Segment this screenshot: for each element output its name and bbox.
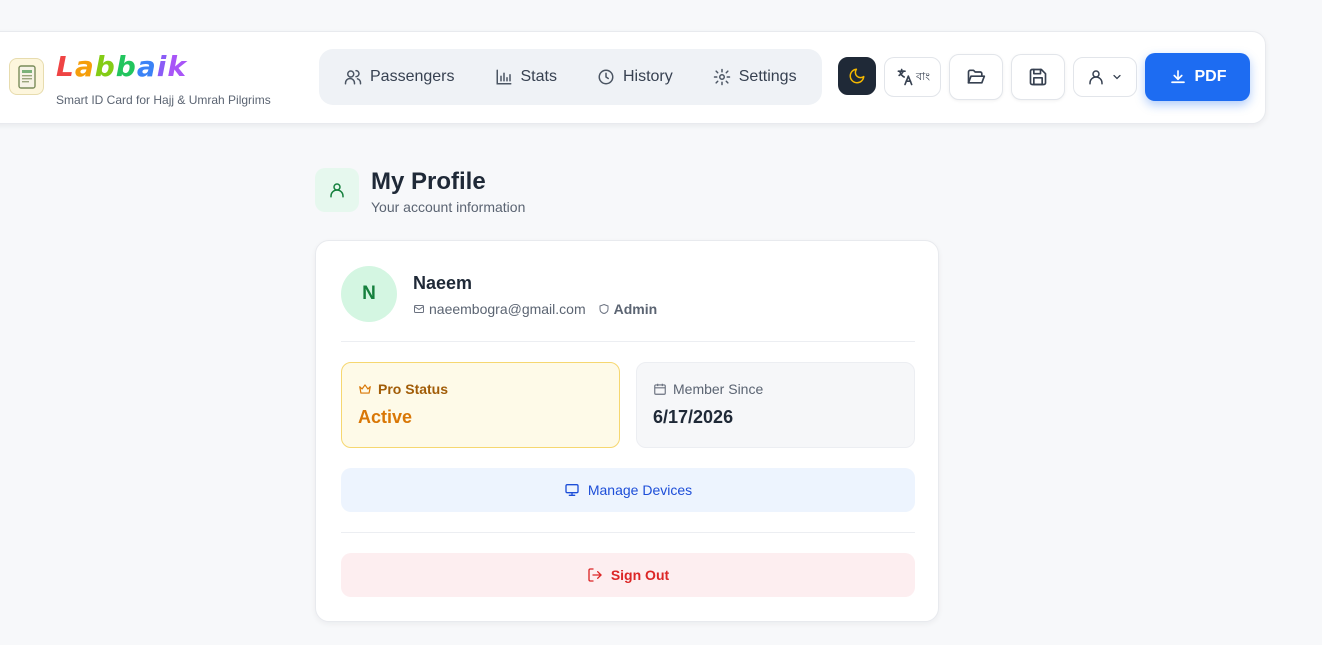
app-logo-icon[interactable]	[9, 58, 44, 95]
divider	[341, 341, 915, 342]
user-name: Naeem	[413, 273, 473, 293]
profile-card: N Naeem naeembogra@gmail.com Admin Pro S…	[315, 240, 939, 622]
brand-letter: a	[74, 50, 95, 83]
member-since-label: Member Since	[673, 381, 764, 397]
brand-letter: k	[167, 50, 187, 83]
nav-item-settings[interactable]: Settings	[713, 68, 797, 86]
user-role: Admin	[613, 301, 658, 317]
nav-label: History	[622, 68, 673, 85]
calendar-icon	[654, 383, 666, 395]
save-icon	[1029, 68, 1047, 86]
divider	[341, 532, 915, 533]
save-button[interactable]	[1011, 54, 1065, 100]
clock-icon	[598, 69, 614, 85]
user-menu-button[interactable]	[1073, 57, 1137, 97]
member-since-box: Member Since 6/17/2026	[636, 362, 915, 448]
member-since-value: 6/17/2026	[653, 407, 734, 427]
brand-letter: a	[136, 50, 157, 83]
language-toggle-button[interactable]: বাং	[884, 57, 941, 97]
profile-header-icon	[315, 168, 359, 212]
brand-letter: L	[56, 50, 75, 83]
nav-label: Passengers	[370, 68, 455, 85]
brand-letter: b	[94, 50, 116, 83]
user-icon	[1089, 70, 1103, 85]
pro-status-value: Active	[358, 407, 413, 427]
download-icon	[1170, 70, 1185, 84]
theme-toggle-button[interactable]	[838, 57, 876, 95]
sign-out-label: Sign Out	[610, 567, 670, 583]
monitor-icon	[565, 484, 579, 496]
pdf-label: PDF	[1194, 68, 1227, 85]
page-subtitle: Your account information	[371, 199, 526, 215]
nav-item-history[interactable]: History	[597, 68, 673, 86]
manage-devices-button[interactable]: Manage Devices	[341, 468, 915, 512]
mail-icon	[414, 305, 424, 313]
language-label: বাং	[915, 70, 931, 83]
open-folder-button[interactable]	[949, 54, 1003, 100]
brand-name[interactable]: Labbaik	[56, 50, 187, 84]
gear-icon	[713, 68, 730, 86]
chevron-down-icon	[1113, 74, 1121, 80]
users-icon	[344, 69, 362, 85]
translate-icon	[897, 68, 913, 86]
shield-icon	[599, 303, 609, 315]
brand-letter: b	[115, 50, 137, 83]
nav-item-passengers[interactable]: Passengers	[344, 68, 455, 86]
user-icon	[330, 183, 344, 198]
folder-open-icon	[967, 69, 986, 84]
moon-icon	[849, 68, 865, 84]
crown-icon	[359, 384, 371, 394]
page-title: My Profile	[371, 168, 486, 195]
download-pdf-button[interactable]: PDF	[1145, 53, 1250, 101]
user-meta: naeembogra@gmail.com Admin	[413, 301, 657, 317]
nav-label: Stats	[520, 68, 557, 85]
logout-icon	[588, 568, 602, 582]
brand-tagline: Smart ID Card for Hajj & Umrah Pilgrims	[56, 93, 271, 107]
sign-out-button[interactable]: Sign Out	[341, 553, 915, 597]
bar-chart-icon	[496, 69, 511, 85]
nav-label: Settings	[738, 68, 797, 85]
pro-status-label: Pro Status	[378, 381, 449, 397]
manage-devices-label: Manage Devices	[587, 482, 693, 498]
user-email: naeembogra@gmail.com	[429, 301, 586, 317]
avatar: N	[341, 266, 397, 322]
brand-letter: i	[156, 50, 168, 83]
nav-item-stats[interactable]: Stats	[495, 68, 557, 86]
pro-status-box: Pro Status Active	[341, 362, 620, 448]
main-nav: Passengers Stats History Settings	[319, 49, 822, 105]
